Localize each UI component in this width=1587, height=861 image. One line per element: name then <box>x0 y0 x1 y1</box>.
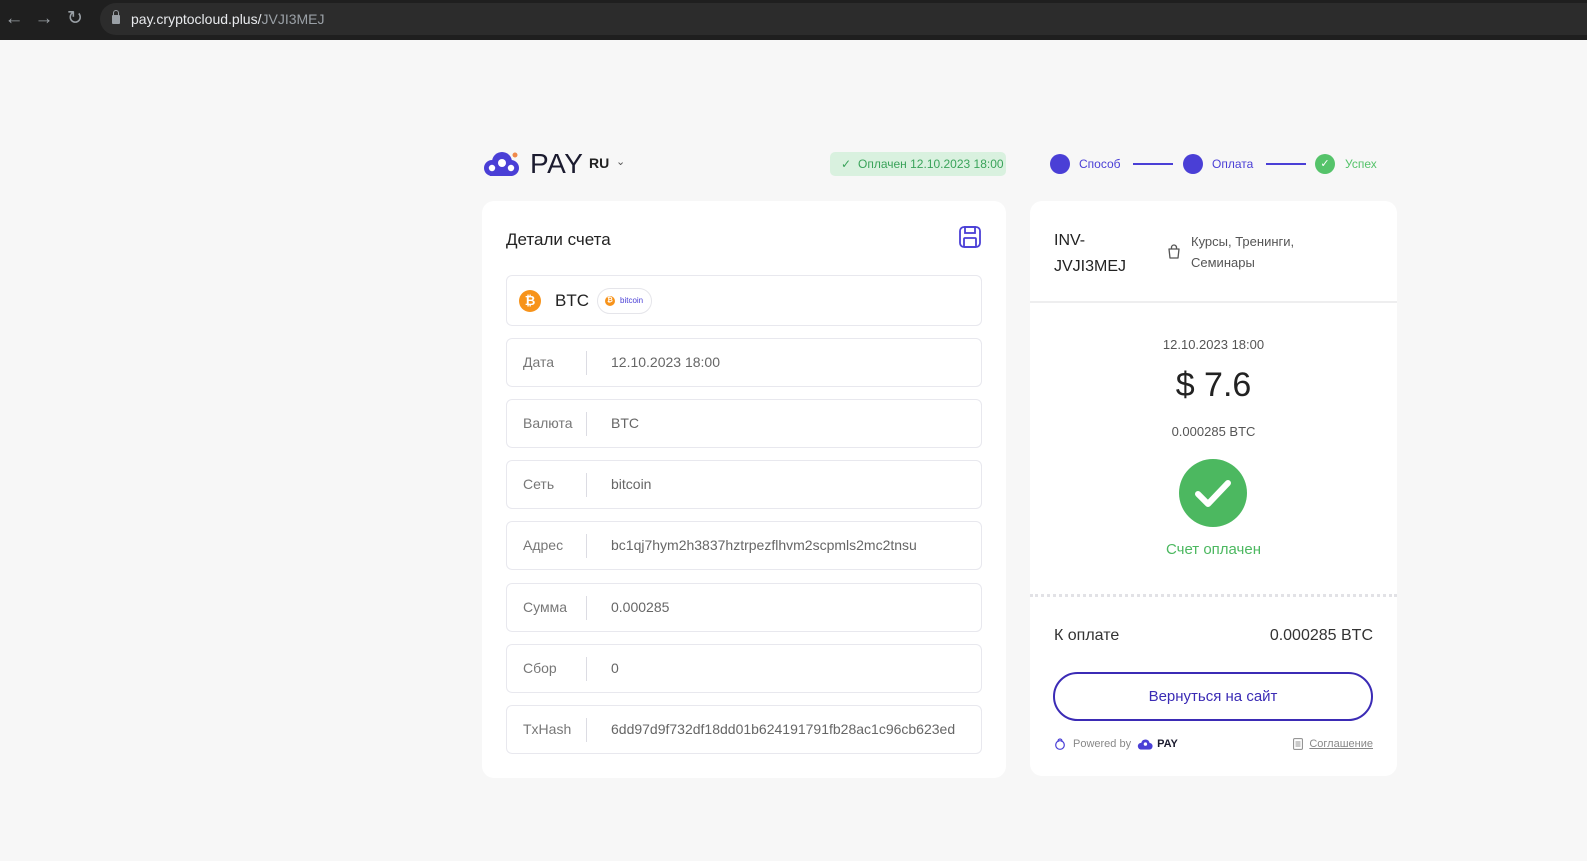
paid-badge-text: Оплачен 12.10.2023 18:00 <box>858 157 1004 171</box>
payment-date: 12.10.2023 18:00 <box>1162 337 1265 352</box>
divider <box>586 351 587 375</box>
agreement-link[interactable]: Соглашение <box>1293 736 1373 752</box>
network-badge: ₿ bitcoin <box>597 288 653 314</box>
powered-by[interactable]: Powered by PAY <box>1054 736 1178 752</box>
detail-value: bitcoin <box>611 476 652 492</box>
paid-status-badge: ✓ Оплачен 12.10.2023 18:00 <box>830 152 1006 176</box>
detail-label: Адрес <box>523 537 564 553</box>
detail-label: Дата <box>523 354 555 370</box>
detail-value: 0 <box>611 660 619 676</box>
url-text: pay.cryptocloud.plus/JVJI3MEJ <box>131 11 325 27</box>
invoice-details-card: Детали счета ₿ BTC ₿ bitcoin Дата 12.10.2… <box>482 201 1006 778</box>
detail-value: BTC <box>611 415 639 431</box>
divider <box>586 596 587 620</box>
bitcoin-icon: ₿ <box>605 296 615 306</box>
cryptocloud-logo[interactable]: PAY <box>482 148 584 179</box>
browser-toolbar: ← → ↻ pay.cryptocloud.plus/JVJI3MEJ <box>0 0 1587 40</box>
step-dot-method <box>1050 154 1070 174</box>
back-arrow-icon[interactable]: ← <box>1 6 27 32</box>
cloud-logo-icon <box>484 152 519 176</box>
invoice-id: INV-JVJI3MEJ <box>1054 232 1127 275</box>
invoice-summary-card: INV-JVJI3MEJ Курсы, Тренинги, Семинары 1… <box>1030 201 1397 776</box>
divider <box>1030 301 1397 303</box>
divider <box>586 657 587 681</box>
powered-brand: PAY <box>1137 738 1178 750</box>
return-to-site-button[interactable]: Вернуться на сайт <box>1053 672 1373 721</box>
detail-label: TxHash <box>523 721 572 737</box>
detail-row: Дата 12.10.2023 18:00 <box>506 338 982 387</box>
to-pay-label: К оплате <box>1054 627 1120 644</box>
save-icon[interactable] <box>958 225 982 249</box>
step-connector <box>1266 163 1306 165</box>
detail-row: TxHash 6dd97d9f732df18dd01b624191791fb28… <box>506 705 982 754</box>
check-icon: ✓ <box>841 157 852 171</box>
detail-row: Сбор 0 <box>506 644 982 693</box>
shopping-bag-icon <box>1168 244 1180 259</box>
step-dot-success: ✓ <box>1315 154 1335 174</box>
logo-text: PAY <box>530 148 584 179</box>
address-bar[interactable]: pay.cryptocloud.plus/JVJI3MEJ <box>100 3 1587 35</box>
divider <box>586 412 587 436</box>
lock-icon <box>112 10 120 24</box>
step-connector <box>1133 163 1173 165</box>
detail-row: Валюта BTC <box>506 399 982 448</box>
step-label-payment: Оплата <box>1212 157 1254 171</box>
fiat-amount: $ 7.6 <box>1175 366 1252 404</box>
details-title: Детали счета <box>506 230 611 249</box>
agreement-text[interactable]: Соглашение <box>1309 738 1373 750</box>
invoice-category: Курсы, Тренинги, Семинары <box>1191 234 1295 270</box>
selected-coin: ₿ BTC ₿ bitcoin <box>506 275 982 326</box>
reload-icon[interactable]: ↻ <box>62 6 88 32</box>
document-icon <box>1293 738 1304 750</box>
cloud-logo-icon <box>1137 738 1153 750</box>
detail-value: 12.10.2023 18:00 <box>611 354 720 370</box>
wallet-address[interactable]: bc1qj7hym2h3837hztrpezflhvm2scpmls2mc2tn… <box>611 537 917 553</box>
step-label-method: Способ <box>1079 157 1121 171</box>
coin-symbol: BTC <box>555 291 589 310</box>
step-dot-payment <box>1183 154 1203 174</box>
progress-steps: Способ Оплата ✓ Успех <box>1050 154 1380 174</box>
crypto-amount: 0.000285 BTC <box>1171 424 1256 439</box>
detail-label: Сбор <box>523 660 557 676</box>
powered-brand-text: PAY <box>1157 738 1178 750</box>
divider <box>586 534 587 558</box>
network-badge-text: bitcoin <box>620 296 644 305</box>
powered-by-text: Powered by <box>1073 738 1132 750</box>
step-label-success: Успех <box>1345 157 1377 171</box>
payment-status: Счет оплачен <box>1165 541 1262 558</box>
detail-label: Сумма <box>523 599 567 615</box>
forward-arrow-icon[interactable]: → <box>31 6 57 32</box>
detail-row: Сумма 0.000285 <box>506 583 982 632</box>
url-host: pay.cryptocloud.plus/ <box>131 11 262 27</box>
success-check-icon <box>1179 459 1247 527</box>
url-path: JVJI3MEJ <box>261 11 325 27</box>
tx-hash[interactable]: 6dd97d9f732df18dd01b624191791fb28ac1c96c… <box>611 721 955 737</box>
bitcoin-icon: ₿ <box>519 290 541 312</box>
language-select[interactable]: RU <box>589 155 609 171</box>
shield-icon <box>1055 738 1065 750</box>
to-pay-value: 0.000285 BTC <box>1269 627 1373 644</box>
chevron-down-icon[interactable]: ⌄ <box>616 155 625 168</box>
divider <box>586 718 587 742</box>
detail-value: 0.000285 <box>611 599 670 615</box>
divider <box>586 473 587 497</box>
detail-row: Сеть bitcoin <box>506 460 982 509</box>
detail-label: Валюта <box>523 415 573 431</box>
dotted-divider <box>1030 594 1397 597</box>
detail-row: Адрес bc1qj7hym2h3837hztrpezflhvm2scpmls… <box>506 521 982 570</box>
detail-label: Сеть <box>523 476 555 492</box>
